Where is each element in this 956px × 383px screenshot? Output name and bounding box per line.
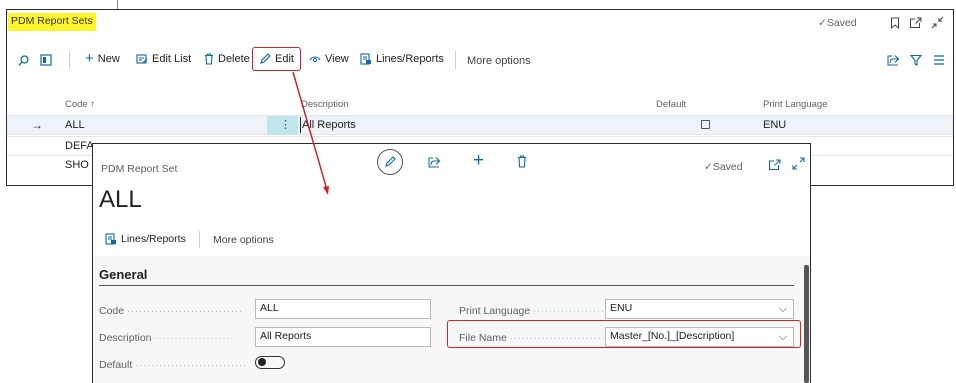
label-dots: ···················· <box>154 333 235 343</box>
description-label: Description ···················· <box>99 332 235 344</box>
share-icon[interactable] <box>428 156 441 168</box>
pencil-icon <box>385 156 396 167</box>
edit-mode-button[interactable] <box>377 149 403 175</box>
layout-icon[interactable] <box>40 54 52 66</box>
row-description[interactable]: All Reports <box>302 119 356 131</box>
row-code[interactable]: SHO <box>65 159 89 171</box>
expand-icon[interactable] <box>792 157 805 170</box>
list-view-icon[interactable] <box>933 55 945 65</box>
row-default-checkbox[interactable] <box>701 120 710 129</box>
row-divider <box>7 136 953 137</box>
edit-list-icon <box>136 53 148 64</box>
more-options-button[interactable]: More options <box>467 55 531 67</box>
check-icon: ✓ <box>704 161 713 173</box>
card-lines-reports-button[interactable]: Lines/Reports <box>105 233 186 245</box>
chevron-down-icon: ⌵ <box>779 303 787 315</box>
description-field[interactable]: All Reports <box>255 327 431 347</box>
filter-icon[interactable] <box>910 54 922 66</box>
default-toggle[interactable] <box>255 356 285 369</box>
new-button[interactable]: + New <box>85 50 120 67</box>
top-cropped-strip <box>0 0 956 9</box>
page-title: PDM Report Sets <box>8 13 96 31</box>
card-more-options-button[interactable]: More options <box>213 234 274 246</box>
edit-list-button[interactable]: Edit List <box>136 53 191 65</box>
saved-status: ✓Saved <box>818 17 857 29</box>
check-icon: ✓ <box>818 17 827 29</box>
card-saved-status: ✓Saved <box>704 161 743 173</box>
report-icon <box>105 233 116 245</box>
label-dots: ···························· <box>135 360 248 370</box>
file-name-label: File Name ························· <box>459 332 610 344</box>
print-language-label: Print Language ··················· <box>459 305 610 317</box>
trash-icon <box>205 53 213 65</box>
label-dots: ····························· <box>127 306 243 316</box>
default-label: Default ···························· <box>99 359 248 371</box>
code-label: Code ····························· <box>99 305 243 317</box>
row-code[interactable]: DEFA <box>65 140 94 152</box>
share-icon[interactable] <box>887 54 900 66</box>
print-language-value: ENU <box>610 302 633 314</box>
scrollbar[interactable] <box>804 265 809 383</box>
section-general-header[interactable]: General <box>99 267 147 282</box>
edit-button[interactable]: Edit <box>259 53 294 65</box>
trash-icon[interactable] <box>517 155 527 168</box>
code-field[interactable]: ALL <box>255 299 431 319</box>
collapse-icon[interactable] <box>931 16 944 29</box>
row-actions-cell[interactable]: ⋮ <box>267 116 298 135</box>
column-header-default[interactable]: Default <box>656 99 686 110</box>
report-icon <box>360 53 371 65</box>
lines-reports-button[interactable]: Lines/Reports <box>360 53 444 65</box>
column-header-code[interactable]: Code ↑ <box>65 99 95 110</box>
row-print-language[interactable]: ENU <box>763 119 786 131</box>
text-cursor <box>300 117 301 133</box>
pencil-icon <box>260 53 271 64</box>
label-dots: ························· <box>509 333 610 343</box>
chevron-down-icon: ⌵ <box>779 331 787 343</box>
row-menu-icon: ⋮ <box>280 119 291 131</box>
search-icon[interactable] <box>18 55 29 67</box>
file-name-value: Master_[No.]_[Description] <box>610 330 735 342</box>
print-language-select[interactable]: ENU ⌵ <box>605 299 794 319</box>
section-underline <box>99 285 794 286</box>
table-row[interactable] <box>7 115 953 135</box>
toggle-knob <box>258 358 266 366</box>
column-header-print-language[interactable]: Print Language <box>763 99 827 110</box>
open-new-window-icon[interactable] <box>909 17 922 29</box>
label-dots: ··················· <box>533 306 610 316</box>
new-record-icon[interactable]: + <box>473 150 484 172</box>
column-header-description[interactable]: Description <box>301 99 349 110</box>
open-new-window-icon[interactable] <box>768 159 781 171</box>
eye-icon <box>309 56 321 63</box>
view-button[interactable]: View <box>309 53 349 65</box>
plus-icon: + <box>85 50 94 67</box>
card-caption: PDM Report Set <box>101 163 178 175</box>
file-name-select[interactable]: Master_[No.]_[Description] ⌵ <box>605 327 794 347</box>
row-code[interactable]: ALL <box>65 119 85 131</box>
bookmark-icon[interactable] <box>890 17 900 29</box>
row-selected-arrow: → <box>31 118 43 132</box>
card-title: ALL <box>99 186 142 213</box>
delete-button[interactable]: Delete <box>204 53 250 65</box>
